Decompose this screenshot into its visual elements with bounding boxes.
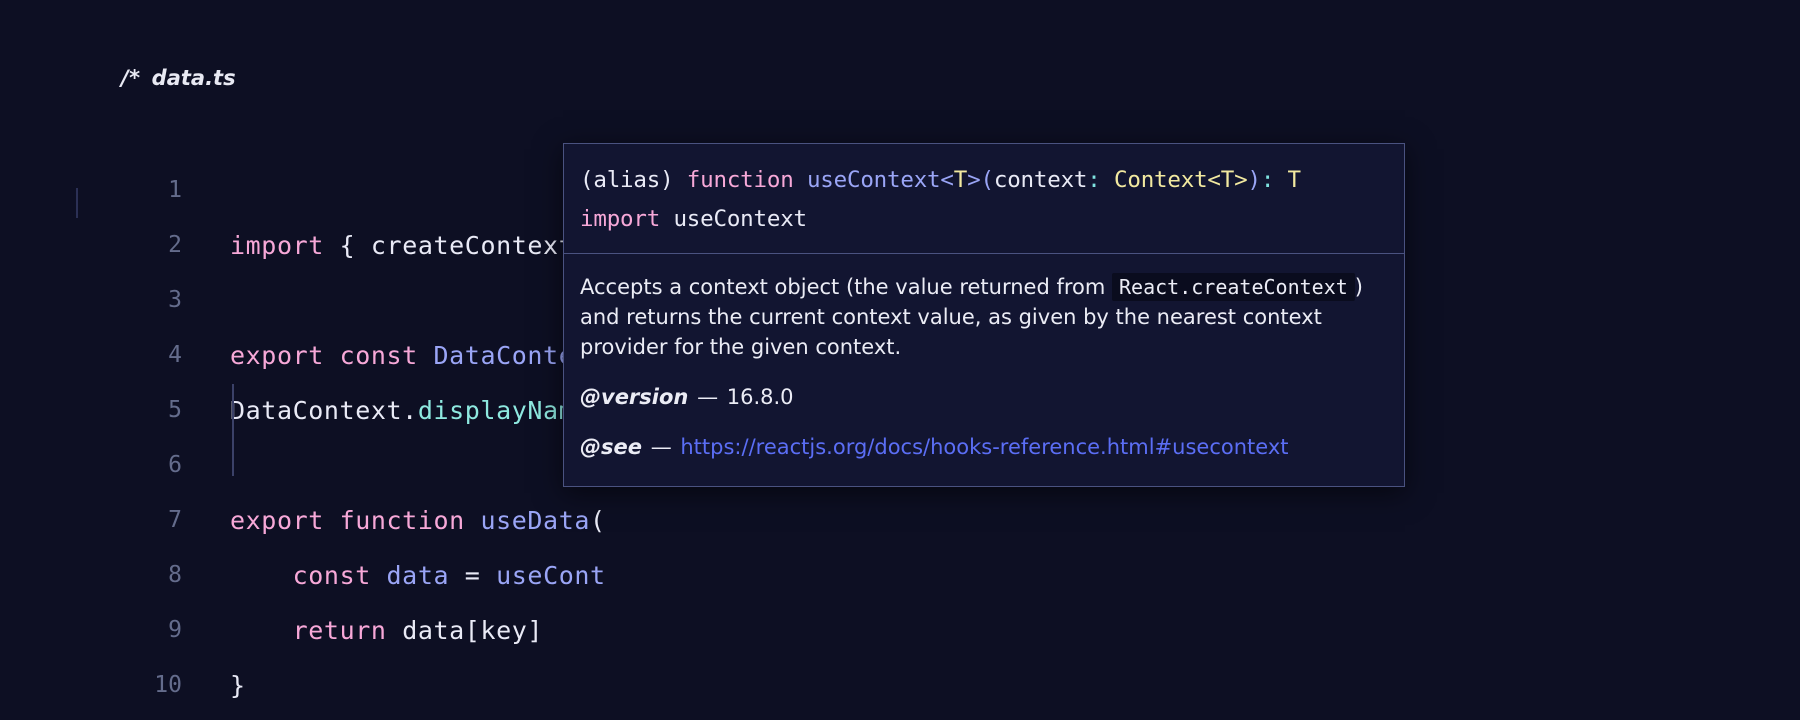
hover-tooltip: (alias) function useContext<T>(context: … — [563, 143, 1405, 488]
signature-alias: (alias) — [580, 167, 674, 193]
version-tag: @version — [580, 384, 689, 409]
generic-open-bracket: < — [940, 167, 954, 193]
line-number: 10 — [154, 672, 182, 698]
token-brace-close-block: } — [230, 671, 246, 700]
doc-see-row: @see — https://reactjs.org/docs/hooks-re… — [580, 433, 1388, 463]
see-tag: @see — [580, 434, 642, 459]
return-colon: : — [1260, 167, 1275, 193]
param-type: Context<T> — [1114, 167, 1248, 193]
param-name: context — [993, 167, 1088, 193]
doc-version-row: @version — 16.8.0 — [580, 383, 1388, 413]
see-dash: — — [650, 434, 672, 459]
editor-screenshot: /*data.ts 1 import { createContext, useC… — [0, 0, 1800, 720]
code-line[interactable]: 10 — [0, 603, 1800, 698]
file-name-label: data.ts — [151, 66, 236, 90]
indent-guide — [232, 384, 234, 476]
signature-function-name: useContext — [806, 167, 941, 193]
import-symbol: useContext — [673, 205, 807, 232]
return-type: T — [1287, 167, 1302, 193]
code-line[interactable]: 8 return data[key] — [0, 493, 1800, 645]
comment-marker: /* — [121, 66, 141, 90]
paren-open: ( — [980, 167, 994, 193]
tooltip-signature: (alias) function useContext<T>(context: … — [564, 144, 1404, 255]
generic-param: T — [953, 167, 968, 193]
line-content[interactable]: } — [230, 658, 246, 713]
see-link[interactable]: https://reactjs.org/docs/hooks-reference… — [680, 435, 1288, 459]
code-line[interactable]: 9 } — [0, 548, 1800, 700]
tooltip-documentation: Accepts a context object (the value retu… — [564, 254, 1404, 486]
generic-close-bracket: > — [967, 167, 981, 193]
paren-close: ) — [1247, 167, 1261, 193]
version-value: 16.8.0 — [726, 384, 794, 409]
signature-keyword: function — [686, 167, 794, 193]
tooltip-import-line: import useContext — [580, 203, 1388, 236]
param-colon: : — [1087, 167, 1101, 193]
file-name-comment: /* data.ts — [121, 66, 236, 90]
version-dash: — — [697, 384, 719, 409]
doc-inline-code: React.createContext — [1112, 273, 1355, 302]
doc-text-part1: Accepts a context object (the value retu… — [580, 275, 1106, 300]
import-keyword: import — [580, 205, 661, 232]
doc-description: Accepts a context object (the value retu… — [580, 273, 1388, 362]
